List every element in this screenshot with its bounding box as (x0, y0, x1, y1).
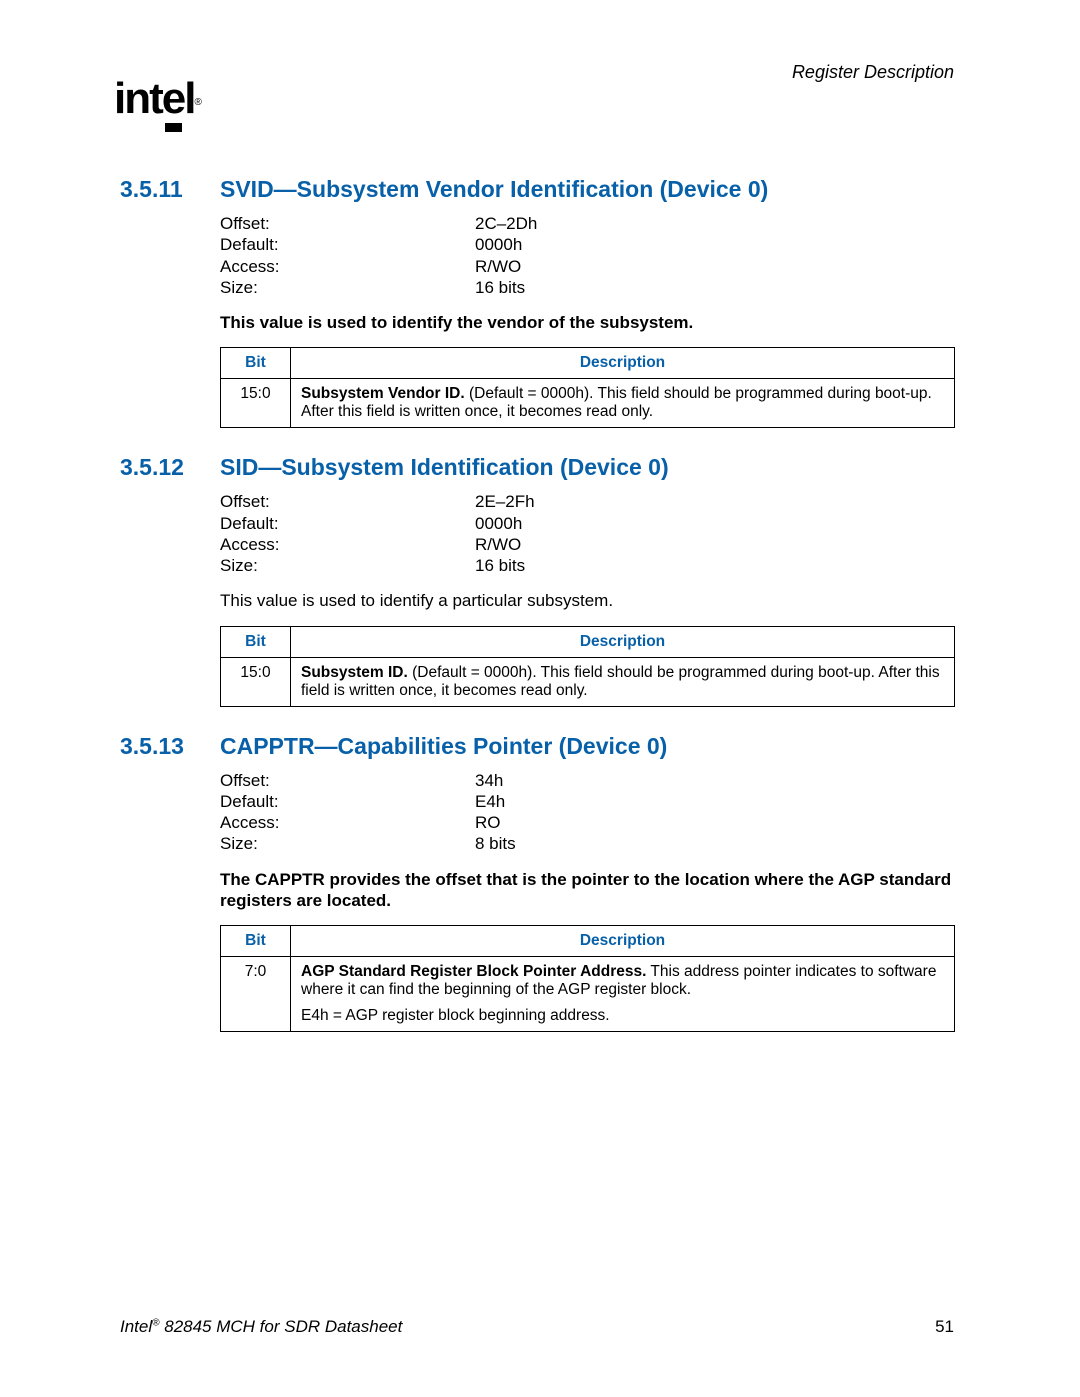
section-title: SVID—Subsystem Vendor Identification (De… (220, 176, 768, 203)
section-heading: 3.5.11 SVID—Subsystem Vendor Identificat… (120, 176, 954, 203)
section-intro: This value is used to identify the vendo… (220, 312, 954, 333)
page-content: 3.5.11 SVID—Subsystem Vendor Identificat… (120, 176, 954, 1058)
header-section-title: Register Description (792, 62, 954, 83)
section-heading: 3.5.13 CAPPTR—Capabilities Pointer (Devi… (120, 733, 954, 760)
col-description: Description (291, 626, 955, 657)
cell-bit: 7:0 (221, 957, 291, 1032)
meta-default: Default:E4h (220, 791, 954, 812)
section-intro: The CAPPTR provides the offset that is t… (220, 869, 954, 912)
bitfield-table: Bit Description 7:0 AGP Standard Registe… (220, 925, 955, 1032)
intel-logo: intel® (114, 74, 202, 126)
register-meta: Offset:2C–2Dh Default:0000h Access:R/WO … (220, 213, 954, 298)
bitfield-table: Bit Description 15:0 Subsystem Vendor ID… (220, 347, 955, 428)
section-capptr: 3.5.13 CAPPTR—Capabilities Pointer (Devi… (120, 733, 954, 1033)
col-description: Description (291, 926, 955, 957)
meta-size: Size:16 bits (220, 555, 954, 576)
meta-access: Access:R/WO (220, 256, 954, 277)
section-title: CAPPTR—Capabilities Pointer (Device 0) (220, 733, 667, 760)
col-description: Description (291, 348, 955, 379)
table-row: 7:0 AGP Standard Register Block Pointer … (221, 957, 955, 1032)
bitfield-table: Bit Description 15:0 Subsystem ID. (Defa… (220, 626, 955, 707)
section-number: 3.5.13 (120, 733, 220, 760)
meta-offset: Offset:34h (220, 770, 954, 791)
section-intro: This value is used to identify a particu… (220, 590, 954, 611)
section-sid: 3.5.12 SID—Subsystem Identification (Dev… (120, 454, 954, 706)
footer-doc-name: Intel® 82845 MCH for SDR Datasheet (120, 1317, 402, 1337)
cell-bit: 15:0 (221, 379, 291, 428)
table-header-row: Bit Description (221, 348, 955, 379)
meta-size: Size:16 bits (220, 277, 954, 298)
section-svid: 3.5.11 SVID—Subsystem Vendor Identificat… (120, 176, 954, 428)
page-footer: Intel® 82845 MCH for SDR Datasheet 51 (120, 1317, 954, 1337)
table-header-row: Bit Description (221, 626, 955, 657)
logo-text: intel (114, 74, 194, 123)
section-title: SID—Subsystem Identification (Device 0) (220, 454, 669, 481)
section-number: 3.5.12 (120, 454, 220, 481)
section-heading: 3.5.12 SID—Subsystem Identification (Dev… (120, 454, 954, 481)
col-bit: Bit (221, 926, 291, 957)
meta-access: Access:R/WO (220, 534, 954, 555)
cell-description: AGP Standard Register Block Pointer Addr… (291, 957, 955, 1032)
col-bit: Bit (221, 348, 291, 379)
col-bit: Bit (221, 626, 291, 657)
meta-default: Default:0000h (220, 234, 954, 255)
register-meta: Offset:2E–2Fh Default:0000h Access:R/WO … (220, 491, 954, 576)
footer-page-number: 51 (935, 1317, 954, 1337)
table-header-row: Bit Description (221, 926, 955, 957)
meta-default: Default:0000h (220, 513, 954, 534)
cell-bit: 15:0 (221, 657, 291, 706)
logo-registered: ® (194, 97, 201, 108)
meta-size: Size:8 bits (220, 833, 954, 854)
cell-extra: E4h = AGP register block beginning addre… (301, 1007, 944, 1025)
cell-description: Subsystem ID. (Default = 0000h). This fi… (291, 657, 955, 706)
table-row: 15:0 Subsystem Vendor ID. (Default = 000… (221, 379, 955, 428)
cell-description: Subsystem Vendor ID. (Default = 0000h). … (291, 379, 955, 428)
table-row: 15:0 Subsystem ID. (Default = 0000h). Th… (221, 657, 955, 706)
meta-offset: Offset:2E–2Fh (220, 491, 954, 512)
register-meta: Offset:34h Default:E4h Access:RO Size:8 … (220, 770, 954, 855)
section-number: 3.5.11 (120, 176, 220, 203)
meta-offset: Offset:2C–2Dh (220, 213, 954, 234)
meta-access: Access:RO (220, 812, 954, 833)
